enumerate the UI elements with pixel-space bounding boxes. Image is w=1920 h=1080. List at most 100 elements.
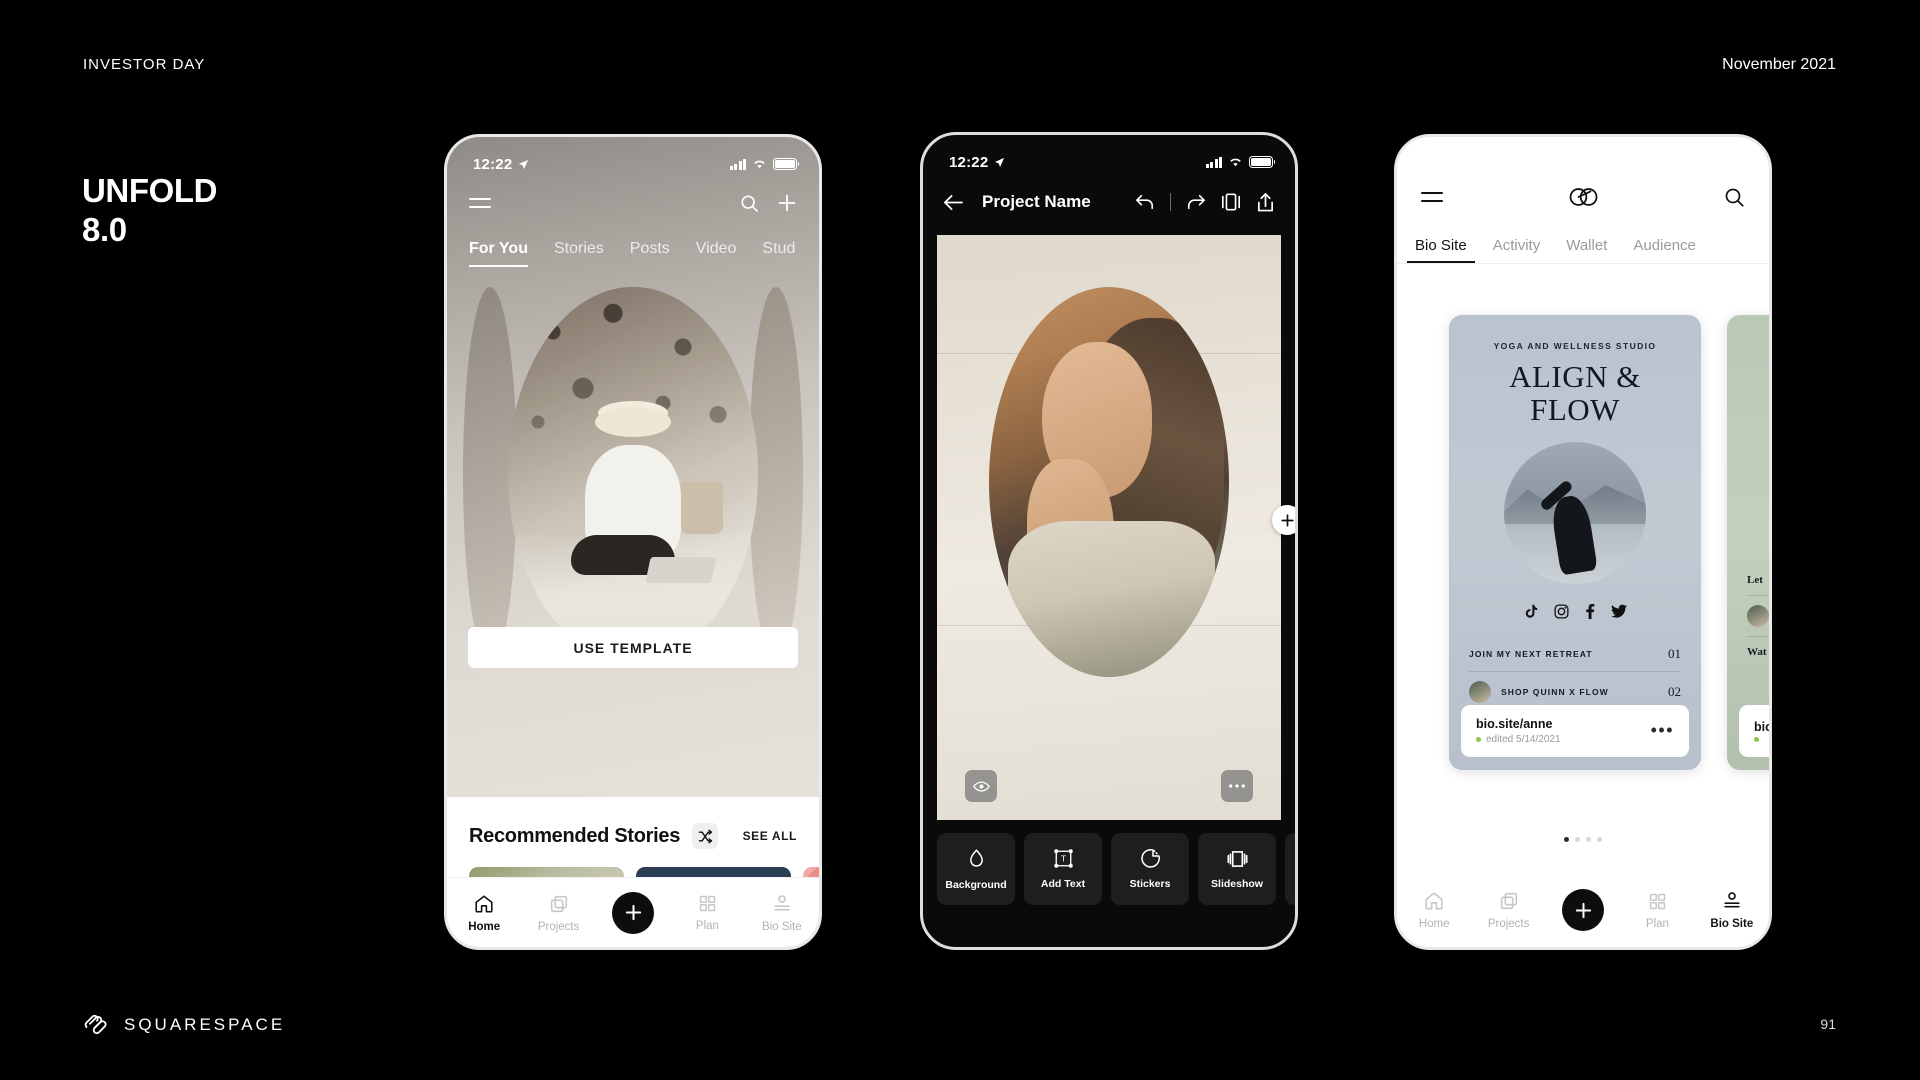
- shuffle-icon[interactable]: [692, 823, 719, 849]
- tab-wallet[interactable]: Wallet: [1566, 237, 1607, 263]
- presentation-slide: INVESTOR DAY November 2021 UNFOLD 8.0 12…: [0, 0, 1920, 1080]
- bio-card-photo: [1504, 442, 1646, 585]
- bio-link-label: SHOP QUINN X FLOW: [1501, 687, 1609, 698]
- pager-dot[interactable]: [1575, 837, 1580, 842]
- nav-projects[interactable]: Projects: [521, 893, 595, 933]
- pager-dot[interactable]: [1597, 837, 1602, 842]
- plus-icon: [625, 904, 641, 921]
- battery-icon: [773, 158, 800, 170]
- status-time-group: 12:22: [949, 154, 1005, 171]
- tool-slideshow[interactable]: Slideshow: [1198, 833, 1276, 905]
- bio-site-card-next[interactable]: Let Wat bio: [1727, 315, 1769, 770]
- tiktok-icon[interactable]: [1524, 604, 1538, 619]
- editor-toolbar: Background T Add Text Stickers Slideshow: [937, 833, 1295, 905]
- next-card-footer[interactable]: bio: [1739, 705, 1769, 757]
- nav-create[interactable]: [596, 891, 670, 934]
- nav-bio-site[interactable]: Bio Site: [745, 893, 819, 933]
- facebook-icon[interactable]: [1585, 604, 1595, 620]
- phone-mockup-home: 12:22 For You Stories Posts Video Stud U…: [444, 134, 822, 950]
- status-icons: [729, 158, 800, 170]
- nav-home[interactable]: Home: [1397, 890, 1471, 930]
- search-icon[interactable]: [740, 194, 759, 213]
- nav-create[interactable]: [1546, 889, 1620, 931]
- bio-link-item[interactable]: Let: [1747, 565, 1769, 596]
- more-horizontal-icon[interactable]: •••: [1651, 721, 1674, 739]
- pager-dot[interactable]: [1564, 837, 1569, 842]
- nav-plan[interactable]: Plan: [670, 893, 744, 932]
- nav-projects-label: Projects: [537, 920, 580, 933]
- hamburger-menu-icon[interactable]: [1421, 191, 1443, 203]
- bio-card-footer[interactable]: bio.site/anne edited 5/14/2021 •••: [1461, 705, 1689, 757]
- tab-activity[interactable]: Activity: [1493, 237, 1541, 263]
- bio-link-item[interactable]: Wat: [1747, 637, 1769, 667]
- stickers-icon: [1140, 849, 1160, 868]
- brand-footer: SQUARESPACE: [84, 1011, 285, 1038]
- droplet-icon: [969, 848, 983, 867]
- see-all-link[interactable]: SEE ALL: [743, 829, 797, 843]
- location-arrow-icon: [519, 159, 529, 169]
- nav-bio-site[interactable]: Bio Site: [1695, 890, 1769, 930]
- page-number: 91: [1820, 1016, 1836, 1032]
- home-icon: [1425, 892, 1443, 910]
- canvas-portrait-photo[interactable]: [989, 287, 1229, 677]
- canvas-more-button[interactable]: [1221, 770, 1253, 802]
- phone2-screen: 12:22 Project Name Background T Add Text…: [923, 135, 1295, 947]
- tool-add-text[interactable]: T Add Text: [1024, 833, 1102, 905]
- share-icon[interactable]: [1256, 192, 1275, 213]
- bio-site-tabs: Bio Site Activity Wallet Audience: [1397, 223, 1769, 263]
- svg-text:T: T: [1060, 854, 1066, 864]
- preview-toggle-button[interactable]: [965, 770, 997, 802]
- bio-card-links: JOIN MY NEXT RETREAT 01 SHOP QUINN X FLO…: [1449, 637, 1701, 712]
- bio-card-footer-text: bio.site/anne edited 5/14/2021: [1476, 717, 1561, 745]
- twitter-icon[interactable]: [1610, 604, 1627, 618]
- recommended-header: Recommended Stories SEE ALL: [447, 797, 819, 849]
- create-fab[interactable]: [612, 891, 655, 934]
- tab-stories[interactable]: Stories: [554, 240, 604, 267]
- nav-plan-label: Plan: [695, 920, 719, 932]
- redo-icon[interactable]: [1186, 193, 1206, 211]
- bio-card-title-line1: ALIGN &: [1509, 359, 1641, 394]
- brand-wordmark: SQUARESPACE: [124, 1014, 286, 1034]
- slide-date: November 2021: [1722, 56, 1836, 73]
- plus-icon[interactable]: [777, 193, 797, 213]
- phone1-screen: 12:22 For You Stories Posts Video Stud U…: [447, 137, 819, 947]
- bio-link-thumb: [1469, 681, 1491, 704]
- hero-bag: [681, 482, 723, 534]
- tab-video[interactable]: Video: [696, 240, 737, 267]
- next-card-link1: Let: [1747, 574, 1763, 586]
- flip-icon[interactable]: [1221, 192, 1241, 212]
- bio-site-card[interactable]: YOGA AND WELLNESS STUDIO ALIGN & FLOW JO…: [1449, 315, 1701, 770]
- use-template-button[interactable]: USE TEMPLATE: [468, 627, 798, 668]
- hamburger-menu-icon[interactable]: [469, 197, 491, 209]
- search-icon[interactable]: [1724, 187, 1745, 208]
- projects-icon: [1500, 892, 1517, 910]
- tab-for-you[interactable]: For You: [469, 240, 528, 267]
- tab-posts[interactable]: Posts: [630, 240, 670, 267]
- undo-icon[interactable]: [1135, 193, 1155, 211]
- instagram-icon[interactable]: [1553, 604, 1569, 619]
- portrait-shirt: [1008, 521, 1215, 677]
- tool-add-text-label: Add Text: [1040, 878, 1086, 890]
- title-line-2: 8.0: [82, 210, 127, 248]
- status-time: 12:22: [473, 155, 513, 173]
- tab-audience[interactable]: Audience: [1633, 237, 1696, 263]
- project-name-label[interactable]: Project Name: [982, 192, 1091, 212]
- create-fab[interactable]: [1562, 889, 1605, 931]
- nav-home[interactable]: Home: [447, 893, 521, 933]
- pager-dot[interactable]: [1586, 837, 1591, 842]
- nav-plan[interactable]: Plan: [1620, 891, 1694, 930]
- bio-link-item[interactable]: [1747, 596, 1769, 637]
- tool-overflow[interactable]: [1285, 833, 1295, 905]
- editor-canvas[interactable]: [937, 235, 1281, 820]
- nav-projects[interactable]: Projects: [1471, 890, 1545, 930]
- location-arrow-icon: [995, 157, 1005, 167]
- tool-background[interactable]: Background: [937, 833, 1015, 905]
- add-element-button[interactable]: [1272, 505, 1295, 535]
- phone1-bottom-nav: Home Projects Plan Bio Site: [447, 877, 819, 947]
- bio-link-thumb: [1747, 605, 1769, 627]
- bio-link-item[interactable]: JOIN MY NEXT RETREAT 01: [1469, 637, 1681, 673]
- tool-stickers[interactable]: Stickers: [1111, 833, 1189, 905]
- tab-bio-site[interactable]: Bio Site: [1407, 237, 1475, 263]
- back-arrow-icon[interactable]: [943, 193, 964, 212]
- tab-studio[interactable]: Stud: [762, 240, 795, 267]
